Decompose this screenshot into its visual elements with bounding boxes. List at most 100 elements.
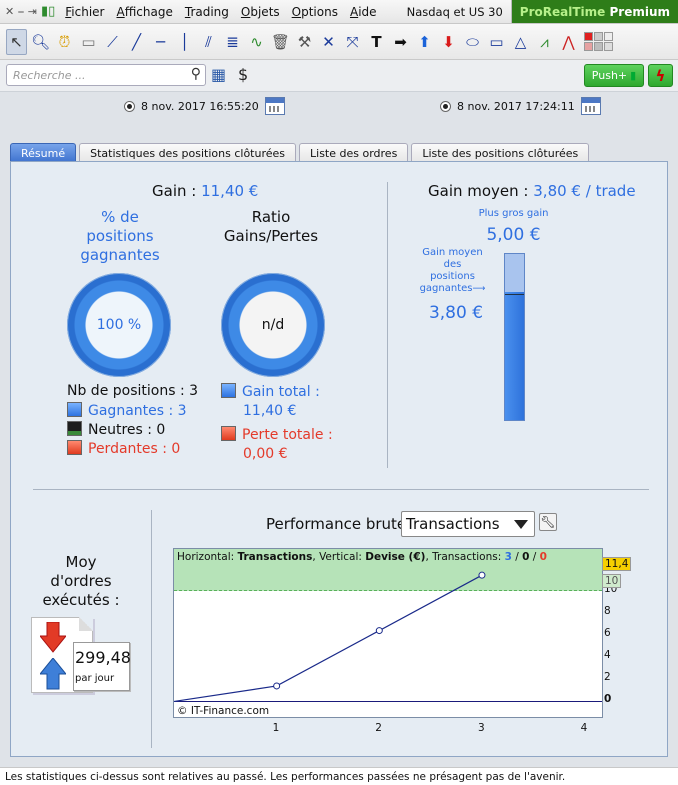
end-date: 8 nov. 2017 17:24:11 [440, 97, 601, 115]
color-swatch[interactable] [594, 42, 603, 51]
chevron-down-icon[interactable] [514, 520, 528, 529]
tools-icon[interactable]: ⚒ [294, 29, 315, 55]
performance-select[interactable]: Transactions [401, 511, 535, 537]
menu-objets[interactable]: Objets [241, 5, 280, 19]
menu-options[interactable]: Options [292, 5, 338, 19]
color-swatch[interactable] [604, 42, 613, 51]
arrow-up-icon[interactable]: ⬆ [414, 29, 435, 55]
pct-title-line: positions [86, 227, 154, 245]
tab-liste-ordres[interactable]: Liste des ordres [299, 143, 409, 162]
y-tick-label: 0 [604, 693, 612, 706]
color-swatch[interactable] [604, 32, 613, 41]
start-date-radio[interactable] [124, 100, 135, 112]
color-swatch[interactable] [584, 42, 593, 51]
y-tick-label: 2 [604, 671, 611, 684]
x-tick-label: 2 [375, 722, 382, 734]
series-line [174, 574, 483, 703]
gain-value: 11,40 € [201, 182, 259, 200]
threshold-tag: 10 [602, 574, 622, 588]
ratio-title-line: Ratio [251, 208, 291, 226]
rectangle-icon[interactable]: ▭ [486, 29, 507, 55]
wave-icon[interactable]: ∿ [246, 29, 267, 55]
plus-gros-gain-value: 5,00 € [486, 225, 541, 245]
parallel-lines-icon[interactable]: ⫽ [198, 29, 219, 55]
line-icon[interactable]: ⟋ [102, 29, 123, 55]
menu-affichage[interactable]: Affichage [116, 5, 172, 19]
tab-resume[interactable]: Résumé [10, 143, 77, 162]
tab-statistiques[interactable]: Statistiques des positions clôturées [79, 143, 297, 162]
fibonacci-icon[interactable]: ≣ [222, 29, 243, 55]
calendar-icon[interactable] [264, 97, 285, 115]
menu-trading[interactable]: Trading [185, 5, 229, 19]
losing-swatch-icon [67, 440, 82, 455]
gain-moyen-positions-label: Gain moyen des positions gagnantes⟶ [415, 247, 490, 295]
triangle-icon[interactable]: △ [510, 29, 531, 55]
end-date-radio[interactable] [440, 100, 451, 112]
data-point[interactable] [273, 682, 281, 690]
nb-positions: Nb de positions : 3 [67, 383, 199, 399]
minimize-window-icon[interactable]: ⎯ [18, 5, 24, 19]
close-window-icon[interactable]: ✕ [5, 5, 14, 18]
x-tick-label: 3 [477, 722, 485, 734]
date-range-row: 8 nov. 2017 16:55:20 8 nov. 2017 17:24:1… [0, 92, 678, 120]
orders-rate-box: 299,48 par jour [73, 642, 131, 691]
text-icon[interactable]: T [366, 29, 387, 55]
calendar-icon[interactable] [580, 97, 601, 115]
tab-liste-positions[interactable]: Liste des positions clôturées [411, 143, 590, 162]
chart-layout-icon[interactable]: ▦ [211, 65, 226, 84]
gmp-label-line-arrow: gagnantes⟶ [415, 283, 490, 295]
arrow-right-icon[interactable]: ➡ [390, 29, 411, 55]
search-input[interactable]: Recherche ... ⚲ [6, 64, 206, 86]
pattern-icon[interactable]: ⋀ [558, 29, 579, 55]
push-button[interactable]: Push+ ▮ [584, 64, 644, 87]
vertical-line-icon[interactable]: │ [174, 29, 195, 55]
data-point[interactable] [375, 627, 383, 635]
last-value-tag: 11,4 [602, 557, 632, 571]
plus-gros-gain-label: Plus gros gain [478, 208, 549, 219]
moy-title-line: d'ordres [50, 572, 112, 590]
color-swatch[interactable] [584, 32, 593, 41]
moy-title-line: exécutés : [42, 591, 120, 609]
alarm-icon[interactable]: ⏰︎ [54, 29, 75, 55]
gain-bar-fill [505, 292, 524, 420]
ellipse-icon[interactable]: ⬭ [462, 29, 483, 55]
color-swatch[interactable] [594, 32, 603, 41]
wrench-icon[interactable]: 🔧︎ [539, 513, 557, 531]
performance-select-value: Transactions [406, 515, 500, 533]
ratio-value: n/d [261, 317, 285, 333]
perte-totale: Perte totale : 0,00 € [221, 426, 333, 464]
trendline-icon[interactable]: ╱ [126, 29, 147, 55]
search-row: Recherche ... ⚲ ▦ $ Push+ ▮ ϟ [0, 60, 678, 92]
legend-gagnantes-text: Gagnantes : 3 [88, 403, 187, 419]
x-tick-label: 1 [272, 722, 280, 734]
dollar-tool-icon[interactable]: $ [238, 65, 248, 84]
pct-winning-value: 100 % [96, 317, 142, 333]
gain-bar-max [505, 254, 524, 294]
detach-window-icon[interactable]: ⇥ [28, 5, 37, 18]
search-icon[interactable]: ⚲ [191, 66, 201, 82]
perte-totale-value: 0,00 € [243, 446, 288, 462]
gain-total-swatch-icon [221, 383, 236, 398]
trash-icon[interactable]: 🗑︎ [270, 29, 291, 55]
legend-gagnantes: Gagnantes : 3 [67, 402, 187, 419]
arrow-down-icon[interactable]: ⬇ [438, 29, 459, 55]
zoom-icon[interactable]: 🔍︎ [30, 29, 51, 55]
cross-lines-icon[interactable]: ✕ [318, 29, 339, 55]
data-point[interactable] [478, 571, 486, 579]
menu-fichier[interactable]: Fichier [65, 5, 104, 19]
pct-title-line: gagnantes [80, 246, 160, 264]
window-title: Nasdaq et US 30 ProRealTime Premium [399, 0, 678, 23]
horizontal-line-icon[interactable]: ─ [150, 29, 171, 55]
menu-aide[interactable]: Aide [350, 5, 377, 19]
cursor-icon[interactable]: ↖ [6, 28, 27, 55]
zigzag-icon[interactable]: ⩘ [534, 29, 555, 55]
ruler-icon[interactable]: ▭ [78, 29, 99, 55]
gain-total-value: 11,40 € [243, 403, 297, 419]
flash-icon[interactable]: ϟ [648, 64, 673, 87]
orders-rate-unit: par jour [75, 673, 115, 684]
cross-arrows-icon[interactable]: ⤧ [342, 29, 363, 55]
pct-winning-title: % de positions gagnantes [70, 208, 170, 265]
instrument-name: Nasdaq et US 30 [399, 0, 512, 23]
arrow-down-icon [40, 622, 66, 653]
drawing-toolbar: ↖ 🔍︎ ⏰︎ ▭ ⟋ ╱ ─ │ ⫽ ≣ ∿ 🗑︎ ⚒ ✕ ⤧ T ➡ ⬆ ⬇… [0, 24, 678, 60]
